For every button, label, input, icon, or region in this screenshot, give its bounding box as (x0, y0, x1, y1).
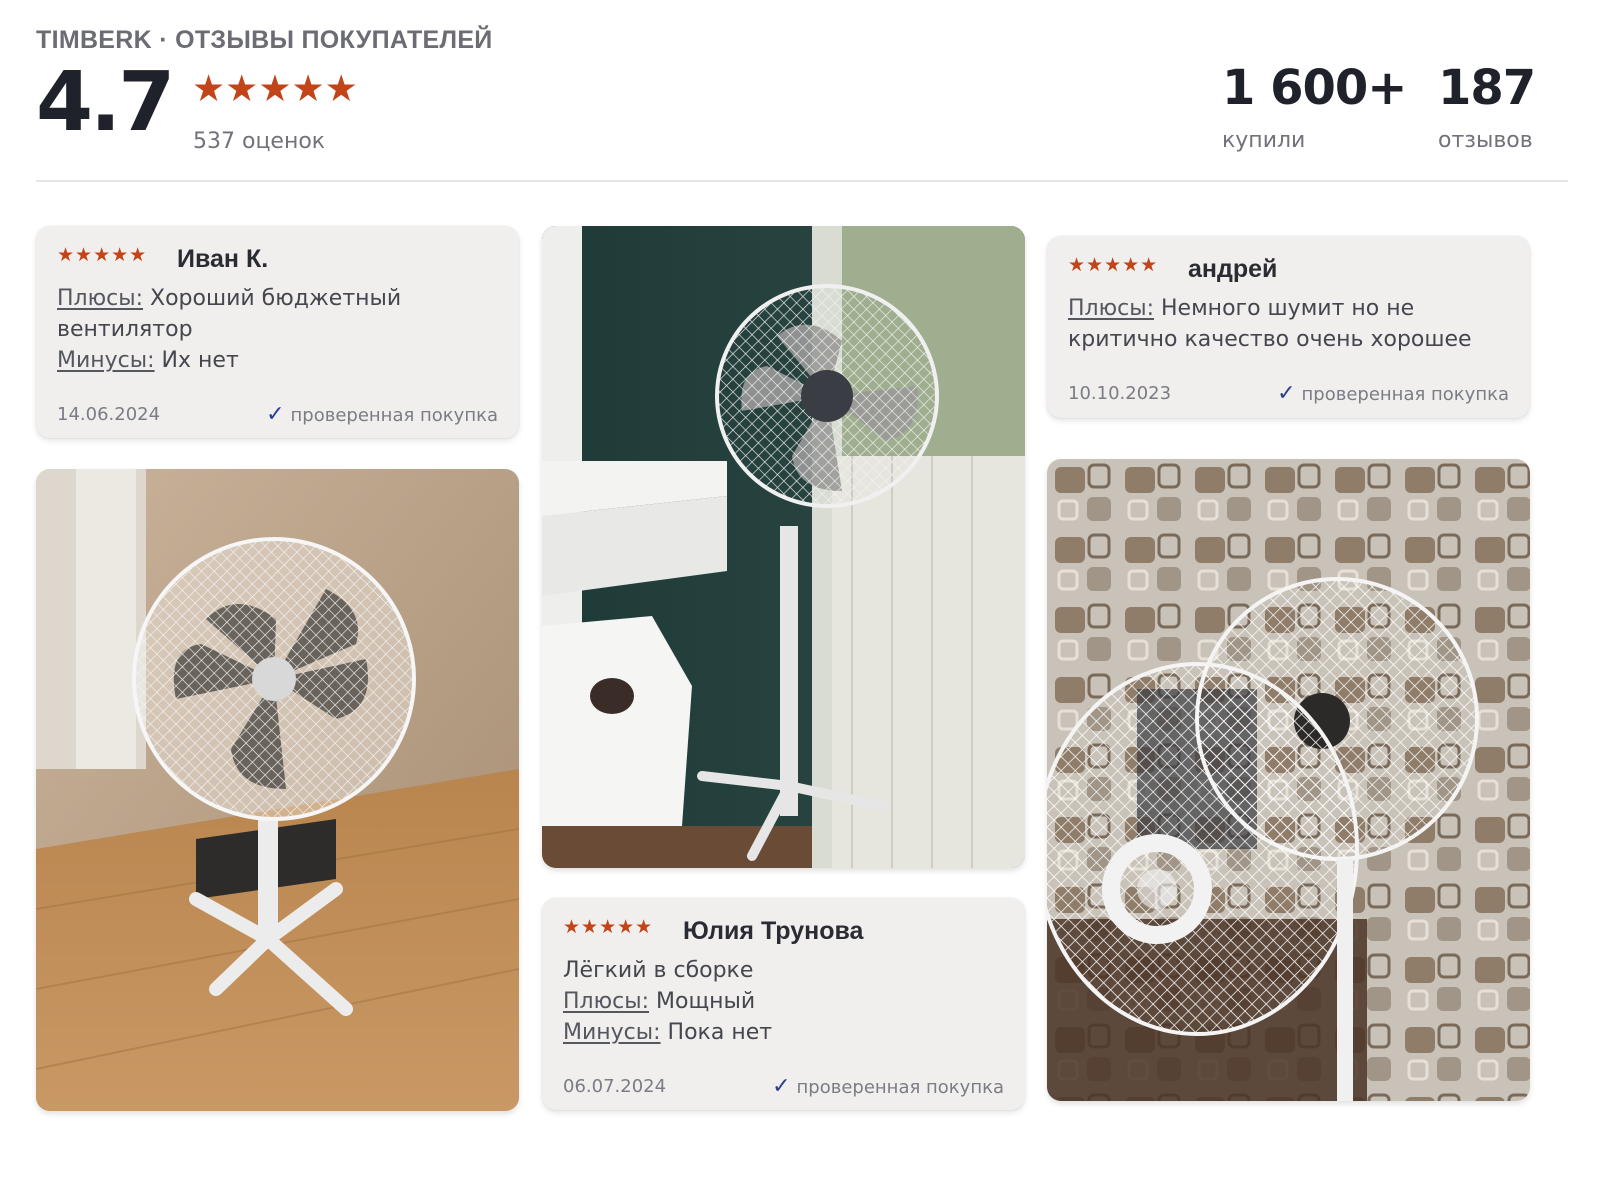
cons-label: Минусы: (563, 1020, 661, 1045)
review-date: 14.06.2024 (57, 404, 161, 425)
bought-label: купили (1222, 128, 1306, 153)
review-card[interactable]: ★★★★★ Юлия Трунова Лёгкий в сборке Плюсы… (542, 898, 1025, 1110)
ratings-count: 537 оценок (193, 129, 326, 154)
review-card[interactable]: ★★★★★ андрей Плюсы: Немного шумит но не … (1047, 236, 1530, 418)
verified-purchase: ✓ проверенная покупка (1277, 381, 1509, 406)
pros-label: Плюсы: (1068, 296, 1155, 321)
fan-photo-image (542, 226, 1025, 868)
review-stars: ★★★★★ (57, 244, 148, 266)
review-stars: ★★★★★ (1068, 254, 1159, 276)
rating-stars: ★★★★★ (192, 67, 358, 110)
fan-photo-image (1047, 459, 1530, 1101)
review-photo[interactable] (36, 469, 519, 1111)
review-author: Иван К. (177, 245, 269, 273)
check-icon: ✓ (772, 1074, 791, 1099)
pros-text: Мощный (649, 989, 756, 1014)
fan-photo-image (36, 469, 519, 1111)
brand-title: TIMBERK · ОТЗЫВЫ ПОКУПАТЕЛЕЙ (36, 26, 493, 54)
bought-value: 1 600+ (1222, 60, 1408, 116)
review-text: Лёгкий в сборке Плюсы: Мощный Минусы: По… (563, 955, 1007, 1048)
review-date: 06.07.2024 (563, 1076, 667, 1097)
check-icon: ✓ (1277, 381, 1296, 406)
check-icon: ✓ (266, 402, 285, 427)
review-text: Плюсы: Немного шумит но не критично каче… (1068, 293, 1512, 355)
review-photo[interactable] (1047, 459, 1530, 1101)
pros-label: Плюсы: (57, 286, 144, 311)
review-photo[interactable] (542, 226, 1025, 868)
reviews-header: TIMBERK · ОТЗЫВЫ ПОКУПАТЕЛЕЙ 4.7 ★★★★★ 5… (36, 26, 1568, 178)
average-rating: 4.7 (36, 55, 175, 150)
review-author: Юлия Трунова (683, 917, 864, 945)
reviews-value: 187 (1438, 60, 1536, 116)
pros-label: Плюсы: (563, 989, 650, 1014)
header-divider (36, 180, 1568, 182)
review-author: андрей (1188, 255, 1278, 283)
cons-label: Минусы: (57, 348, 155, 373)
verified-purchase: ✓ проверенная покупка (266, 402, 498, 427)
review-stars: ★★★★★ (563, 916, 654, 938)
review-date: 10.10.2023 (1068, 383, 1172, 404)
reviews-label: отзывов (1438, 128, 1533, 153)
review-text: Плюсы: Хороший бюджетный вентилятор Мину… (57, 283, 501, 376)
comment-text: Лёгкий в сборке (563, 958, 754, 983)
verified-purchase: ✓ проверенная покупка (772, 1074, 1004, 1099)
cons-text: Их нет (154, 348, 239, 373)
bought-stat: 1 600+ купили (1222, 60, 1408, 153)
cons-text: Пока нет (660, 1020, 773, 1045)
review-card[interactable]: ★★★★★ Иван К. Плюсы: Хороший бюджетный в… (36, 226, 519, 438)
reviews-stat: 187 отзывов (1438, 60, 1536, 153)
